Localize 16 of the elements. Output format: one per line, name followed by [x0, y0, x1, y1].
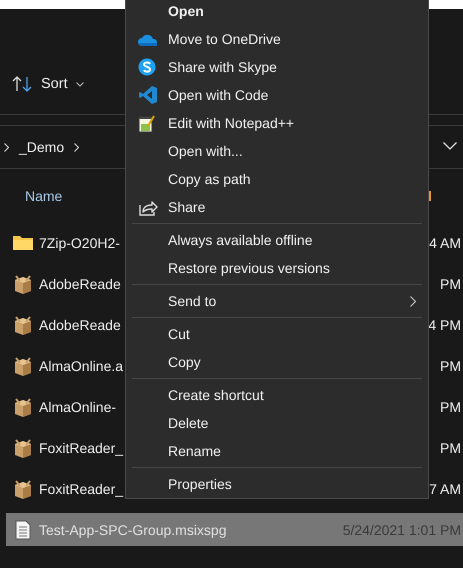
- file-name: AdobeReade: [39, 276, 121, 292]
- file-name: 7Zip-O20H2-: [39, 234, 120, 250]
- modified-date: 5/24/2021 1:01 PM: [342, 522, 461, 538]
- modified-date: PM: [440, 440, 461, 456]
- file-name: AlmaOnline-: [39, 398, 116, 414]
- modified-date: PM: [440, 358, 461, 374]
- file-name: FoxitReader_: [39, 480, 124, 496]
- modified-date: 4 PM: [428, 316, 461, 332]
- file-name: AdobeReade: [39, 316, 121, 332]
- file-name: AlmaOnline.a: [39, 358, 124, 374]
- modified-date: PM: [440, 276, 461, 292]
- modified-date: PM: [440, 398, 461, 414]
- file-name: FoxitReader_: [39, 440, 124, 456]
- modified-date: 7 AM: [429, 480, 461, 496]
- modified-date: 4 AM: [429, 234, 461, 250]
- file-name: Test-App-SPC-Group.msixspg: [39, 522, 227, 538]
